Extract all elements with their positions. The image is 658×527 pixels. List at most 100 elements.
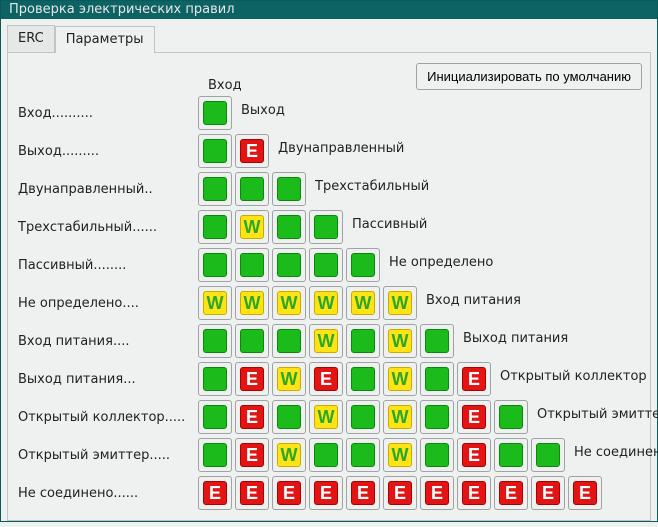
status-ok-icon xyxy=(351,443,375,467)
erc-cell-button[interactable] xyxy=(198,362,232,396)
status-error-icon: E xyxy=(203,481,227,505)
erc-cell-button[interactable] xyxy=(494,438,528,472)
erc-cell-button[interactable] xyxy=(198,134,232,168)
erc-cell-button[interactable]: E xyxy=(235,400,269,434)
erc-cell-button[interactable]: W xyxy=(309,400,343,434)
erc-cell-button[interactable]: E xyxy=(568,476,602,510)
status-ok-icon xyxy=(203,215,227,239)
status-ok-icon xyxy=(351,253,375,277)
erc-cell-button[interactable]: E xyxy=(457,476,491,510)
erc-cell-button[interactable]: W xyxy=(383,362,417,396)
row-label: Открытый коллектор..... xyxy=(18,410,198,425)
erc-cell-button[interactable]: W xyxy=(383,324,417,358)
status-error-icon: E xyxy=(462,481,486,505)
status-ok-icon xyxy=(203,367,227,391)
erc-cell-button[interactable]: W xyxy=(198,286,232,320)
erc-cell-button[interactable] xyxy=(309,210,343,244)
status-warning-icon: W xyxy=(388,405,412,429)
erc-cell-button[interactable] xyxy=(309,248,343,282)
erc-cell-button[interactable]: W xyxy=(383,400,417,434)
erc-cell-button[interactable]: E xyxy=(198,476,232,510)
erc-cell-button[interactable]: W xyxy=(272,362,306,396)
erc-cell-button[interactable]: E xyxy=(235,362,269,396)
erc-cell-button[interactable] xyxy=(272,324,306,358)
erc-cell-button[interactable]: E xyxy=(346,476,380,510)
erc-cell-button[interactable] xyxy=(420,324,454,358)
init-default-label: Инициализировать по умолчанию xyxy=(427,69,631,84)
erc-cell-button[interactable] xyxy=(346,248,380,282)
status-ok-icon xyxy=(203,443,227,467)
erc-matrix: ВходВход..........ВыходВыход.........EДв… xyxy=(18,94,642,512)
status-warning-icon: W xyxy=(314,329,338,353)
erc-cell-button[interactable]: W xyxy=(383,286,417,320)
erc-cell-button[interactable] xyxy=(494,400,528,434)
erc-cell-button[interactable] xyxy=(198,210,232,244)
erc-cell-button[interactable]: E xyxy=(235,134,269,168)
erc-cell-button[interactable]: E xyxy=(309,476,343,510)
erc-cell-button[interactable] xyxy=(198,172,232,206)
status-ok-icon xyxy=(499,443,523,467)
tab-erc[interactable]: ERC xyxy=(7,25,55,52)
tab-erc-label: ERC xyxy=(18,31,44,46)
erc-cell-button[interactable]: E xyxy=(457,438,491,472)
erc-cell-button[interactable] xyxy=(198,438,232,472)
erc-cell-button[interactable] xyxy=(531,438,565,472)
erc-cell-button[interactable]: W xyxy=(272,438,306,472)
erc-cell-button[interactable]: E xyxy=(457,400,491,434)
erc-cell-button[interactable] xyxy=(346,324,380,358)
column-header: Открытый коллектор xyxy=(500,369,647,384)
erc-cell-button[interactable]: E xyxy=(235,476,269,510)
erc-cell-button[interactable]: W xyxy=(309,324,343,358)
status-ok-icon xyxy=(240,253,264,277)
erc-cell-button[interactable] xyxy=(198,96,232,130)
row-label: Не определено.... xyxy=(18,296,198,311)
erc-cell-button[interactable] xyxy=(346,438,380,472)
row-cells: W xyxy=(198,210,343,244)
erc-cell-button[interactable]: E xyxy=(272,476,306,510)
erc-cell-button[interactable]: W xyxy=(309,286,343,320)
status-error-icon: E xyxy=(240,405,264,429)
erc-cell-button[interactable] xyxy=(420,438,454,472)
erc-cell-button[interactable]: W xyxy=(346,286,380,320)
erc-cell-button[interactable] xyxy=(235,172,269,206)
erc-cell-button[interactable] xyxy=(198,248,232,282)
erc-cell-button[interactable]: E xyxy=(420,476,454,510)
column-header: Вход питания xyxy=(426,293,521,308)
erc-cell-button[interactable] xyxy=(272,210,306,244)
erc-cell-button[interactable]: E xyxy=(383,476,417,510)
erc-cell-button[interactable] xyxy=(272,400,306,434)
row-label: Не соединено...... xyxy=(18,486,198,501)
erc-cell-button[interactable]: W xyxy=(383,438,417,472)
erc-cell-button[interactable] xyxy=(235,324,269,358)
erc-cell-button[interactable]: E xyxy=(531,476,565,510)
toolbar: Инициализировать по умолчанию xyxy=(18,63,642,90)
row-cells: EWEWE xyxy=(198,362,491,396)
erc-cell-button[interactable]: W xyxy=(235,210,269,244)
erc-cell-button[interactable] xyxy=(346,400,380,434)
status-warning-icon: W xyxy=(240,291,264,315)
erc-cell-button[interactable]: E xyxy=(235,438,269,472)
erc-cell-button[interactable] xyxy=(198,324,232,358)
erc-cell-button[interactable] xyxy=(420,400,454,434)
erc-cell-button[interactable] xyxy=(235,248,269,282)
erc-cell-button[interactable] xyxy=(346,362,380,396)
erc-cell-button[interactable]: E xyxy=(457,362,491,396)
erc-cell-button[interactable]: W xyxy=(272,286,306,320)
erc-cell-button[interactable] xyxy=(272,172,306,206)
erc-cell-button[interactable] xyxy=(420,362,454,396)
erc-cell-button[interactable]: E xyxy=(309,362,343,396)
status-warning-icon: W xyxy=(314,291,338,315)
erc-cell-button[interactable] xyxy=(272,248,306,282)
status-error-icon: E xyxy=(240,481,264,505)
init-default-button[interactable]: Инициализировать по умолчанию xyxy=(416,63,642,90)
status-ok-icon xyxy=(203,253,227,277)
erc-cell-button[interactable] xyxy=(198,400,232,434)
status-ok-icon xyxy=(277,405,301,429)
erc-cell-button[interactable]: W xyxy=(235,286,269,320)
tab-params[interactable]: Параметры xyxy=(55,26,155,53)
status-warning-icon: W xyxy=(277,367,301,391)
row-label: Вход питания.... xyxy=(18,334,198,349)
column-header: Выход питания xyxy=(463,331,568,346)
erc-cell-button[interactable] xyxy=(309,438,343,472)
erc-cell-button[interactable]: E xyxy=(494,476,528,510)
